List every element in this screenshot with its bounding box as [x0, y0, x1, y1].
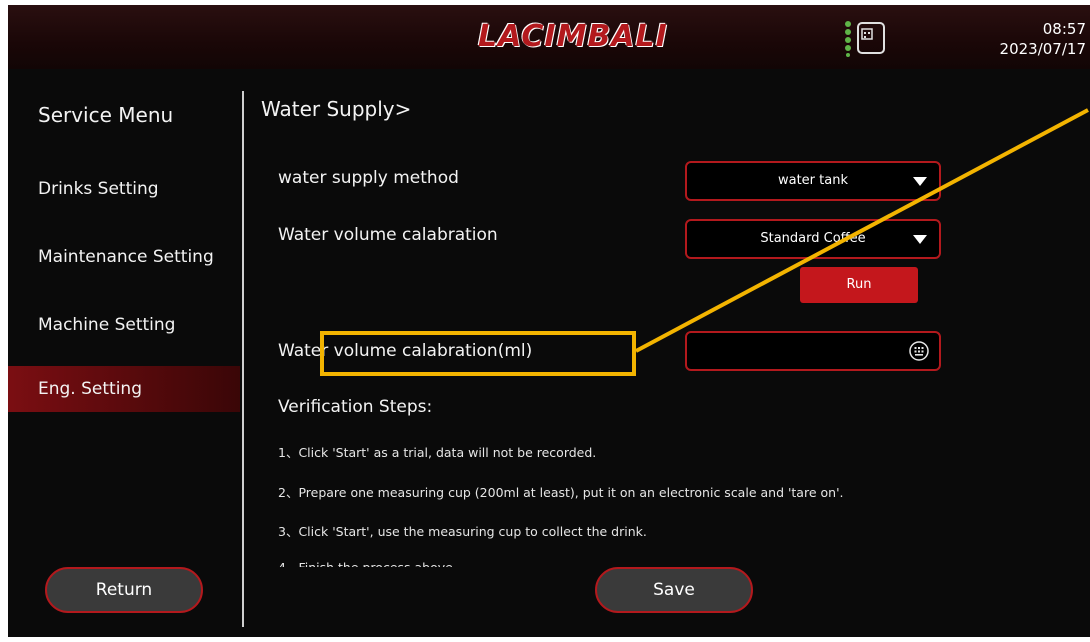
clock-date: 2023/07/17: [999, 40, 1086, 58]
sidebar-item-machine-setting[interactable]: Machine Setting: [8, 302, 240, 348]
run-button[interactable]: Run: [800, 267, 918, 303]
sidebar-item-label: Eng. Setting: [38, 379, 142, 399]
machine-screen: LACIMBALI 08:57 2023/07/17 Service Menu …: [8, 5, 1090, 637]
brand-logo: LACIMBALI: [478, 19, 668, 54]
header-bar: LACIMBALI 08:57 2023/07/17: [8, 5, 1090, 69]
keypad-icon[interactable]: [909, 341, 929, 361]
select-value: water tank: [777, 173, 848, 188]
sidebar-item-maintenance-setting[interactable]: Maintenance Setting: [8, 234, 240, 280]
chevron-down-icon: [913, 235, 927, 244]
sidebar-title: Service Menu: [38, 103, 174, 127]
datetime: 08:57 2023/07/17: [1000, 19, 1086, 59]
save-button[interactable]: Save: [595, 567, 753, 613]
sidebar-divider: [242, 91, 244, 627]
select-value: Standard Coffee: [760, 231, 866, 246]
sidebar-item-label: Maintenance Setting: [38, 247, 214, 267]
sidebar-item-drinks-setting[interactable]: Drinks Setting: [8, 166, 240, 212]
clock-time: 08:57: [1042, 20, 1086, 38]
water-supply-method-label: water supply method: [278, 168, 459, 188]
water-volume-calibration-select[interactable]: Standard Coffee: [685, 219, 941, 259]
verification-step: 2、Prepare one measuring cup (200ml at le…: [278, 485, 844, 500]
verification-step: 3、Click 'Start', use the measuring cup t…: [278, 524, 647, 539]
chevron-down-icon: [913, 177, 927, 186]
page-title: Water Supply>: [261, 97, 412, 121]
machine-status-icon: [845, 21, 885, 57]
sidebar-item-label: Drinks Setting: [38, 179, 159, 199]
water-supply-method-select[interactable]: water tank: [685, 161, 941, 201]
sidebar-item-label: Machine Setting: [38, 315, 176, 335]
sidebar-item-eng-setting[interactable]: Eng. Setting: [8, 366, 240, 412]
water-volume-calibration-label: Water volume calabration: [278, 225, 498, 245]
annotation-highlight-box: [320, 331, 636, 376]
verification-steps-title: Verification Steps:: [278, 397, 433, 417]
water-volume-ml-input[interactable]: [685, 331, 941, 371]
verification-step: 4、Finish the process above: [278, 557, 453, 567]
verification-step: 1、Click 'Start' as a trial, data will no…: [278, 445, 597, 460]
return-button[interactable]: Return: [45, 567, 203, 613]
